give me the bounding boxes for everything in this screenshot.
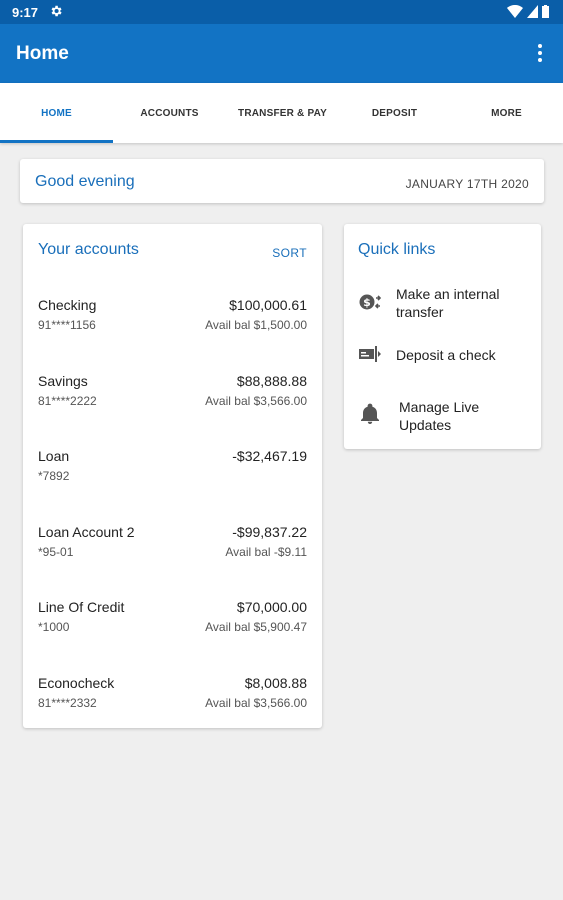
tab-bar: HOME ACCOUNTS TRANSFER & PAY DEPOSIT MOR… <box>0 83 563 143</box>
check-deposit-icon <box>359 346 381 362</box>
account-available-balance: Avail bal $5,900.47 <box>205 620 307 634</box>
account-name: Loan Account 2 <box>38 524 135 540</box>
greeting-card: Good evening JANUARY 17TH 2020 <box>20 159 544 203</box>
greeting-date: JANUARY 17TH 2020 <box>405 177 529 191</box>
more-vert-icon[interactable] <box>537 43 543 63</box>
account-balance: $8,008.88 <box>244 675 307 691</box>
transfer-icon: $ <box>359 294 382 310</box>
settings-gear-icon <box>51 5 62 17</box>
quick-link-deposit-check[interactable]: Deposit a check <box>344 342 541 370</box>
account-row-econocheck[interactable]: Econocheck 81****2332 $8,008.88 Avail ba… <box>23 675 322 735</box>
page-title: Home <box>16 43 69 64</box>
quick-links-title: Quick links <box>358 241 436 258</box>
quick-link-internal-transfer[interactable]: $ Make an internal transfer <box>344 284 541 324</box>
svg-text:$: $ <box>363 296 371 309</box>
tab-more[interactable]: MORE <box>450 83 563 143</box>
account-balance: -$99,837.22 <box>232 524 307 540</box>
account-number: *1000 <box>38 620 70 634</box>
account-number: 91****1156 <box>38 318 96 332</box>
tab-transfer-pay[interactable]: TRANSFER & PAY <box>226 83 339 143</box>
quick-link-label: Deposit a check <box>396 347 496 363</box>
account-name: Checking <box>38 297 97 313</box>
account-balance: $88,888.88 <box>236 373 307 389</box>
quick-links-card: Quick links $ Make an internal transfer … <box>344 224 541 449</box>
signal-icon <box>527 5 538 18</box>
quick-link-label: Manage Live Updates <box>399 399 480 433</box>
account-available-balance: Avail bal $3,566.00 <box>205 394 307 408</box>
battery-icon <box>542 5 549 18</box>
account-available-balance: Avail bal $3,566.00 <box>205 696 307 710</box>
app-bar: Home <box>0 24 563 83</box>
sort-button[interactable]: SORT <box>272 246 307 260</box>
account-name: Loan <box>38 448 70 464</box>
wifi-icon <box>507 5 523 18</box>
account-name: Savings <box>38 373 88 389</box>
quick-link-label: Make an internal transfer <box>396 286 500 320</box>
account-available-balance: Avail bal $1,500.00 <box>205 318 307 332</box>
status-bar: 9:17 <box>0 0 563 24</box>
bell-icon <box>361 403 379 424</box>
account-number: *7892 <box>38 469 70 483</box>
status-time: 9:17 <box>12 5 39 20</box>
account-number: *95-01 <box>38 545 74 559</box>
accounts-title: Your accounts <box>38 241 139 258</box>
account-row-loan-account-2[interactable]: Loan Account 2 *95-01 -$99,837.22 Avail … <box>23 524 322 584</box>
account-name: Econocheck <box>38 675 115 691</box>
account-row-line-of-credit[interactable]: Line Of Credit *1000 $70,000.00 Avail ba… <box>23 599 322 659</box>
account-number: 81****2332 <box>38 696 97 710</box>
tab-deposit[interactable]: DEPOSIT <box>338 83 451 143</box>
tab-home[interactable]: HOME <box>0 83 113 143</box>
account-row-savings[interactable]: Savings 81****2222 $88,888.88 Avail bal … <box>23 373 322 433</box>
account-row-loan[interactable]: Loan *7892 -$32,467.19 <box>23 448 322 508</box>
account-available-balance: Avail bal -$9.11 <box>225 545 307 559</box>
account-balance: $70,000.00 <box>236 599 307 615</box>
account-name: Line Of Credit <box>38 599 125 615</box>
greeting-text: Good evening <box>35 173 135 190</box>
accounts-card: Your accounts SORT Checking 91****1156 $… <box>23 224 322 728</box>
account-balance: -$32,467.19 <box>232 448 307 464</box>
account-row-checking[interactable]: Checking 91****1156 $100,000.61 Avail ba… <box>23 297 322 357</box>
quick-link-live-updates[interactable]: Manage Live Updates <box>344 396 541 436</box>
status-icons <box>507 5 549 18</box>
account-number: 81****2222 <box>38 394 97 408</box>
account-balance: $100,000.61 <box>229 297 307 313</box>
tab-accounts[interactable]: ACCOUNTS <box>113 83 226 143</box>
